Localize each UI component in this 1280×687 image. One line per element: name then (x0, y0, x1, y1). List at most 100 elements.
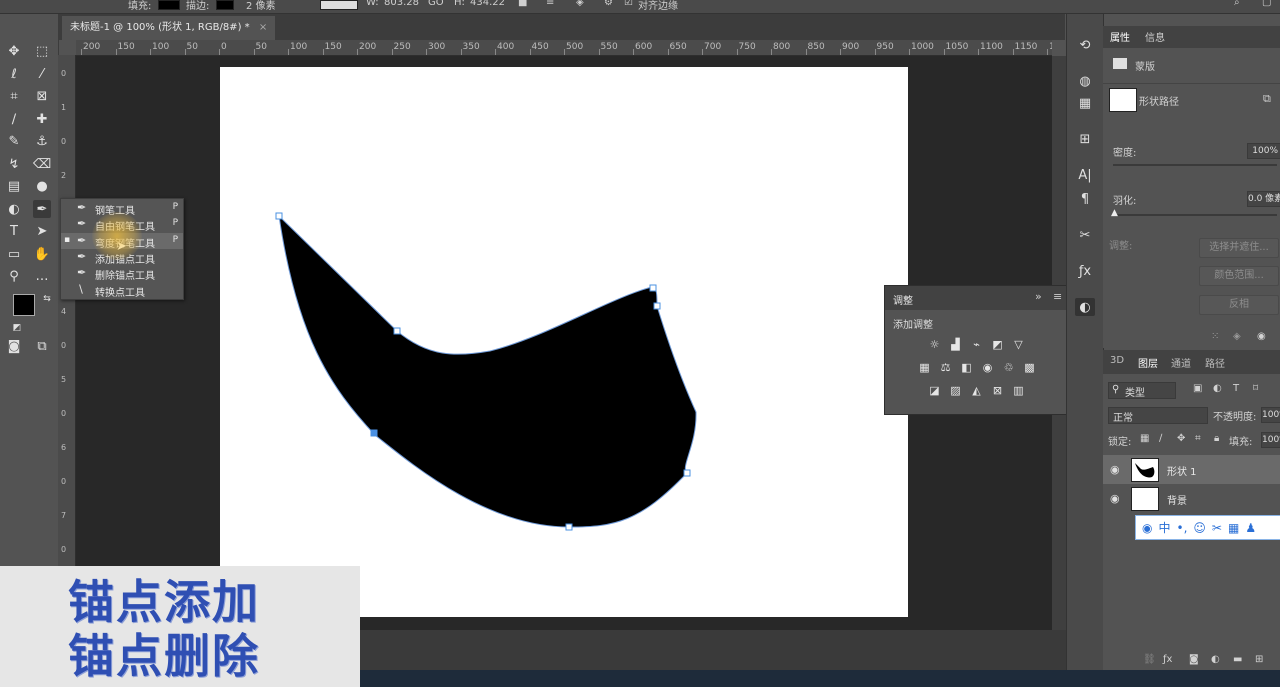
workspace-icon[interactable]: ▢ (1262, 0, 1271, 8)
default-colors-icon[interactable]: ◩ (8, 319, 26, 337)
more-tools-icon[interactable]: … (33, 267, 51, 285)
path-operations-icon[interactable]: ■ (518, 0, 527, 8)
select-and-mask-button[interactable]: 选择并遮住... (1199, 238, 1279, 258)
color-range-button[interactable]: 颜色范围... (1199, 266, 1279, 286)
paragraph-icon[interactable]: ¶ (1075, 190, 1095, 208)
anchor-point[interactable] (649, 284, 657, 292)
layer-style-icon[interactable]: ƒx (1163, 654, 1172, 665)
history-brush-tool-icon[interactable]: ↯ (5, 155, 23, 173)
character-icon[interactable]: A| (1075, 166, 1095, 184)
h-input[interactable]: 434.22 (470, 0, 505, 8)
lock-artboard-icon[interactable]: ⌗ (1195, 433, 1201, 444)
libraries-icon[interactable]: ⊞ (1075, 130, 1095, 148)
swatches-icon[interactable]: ▦ (1075, 94, 1095, 112)
selective-color-icon[interactable]: ⊠ (990, 384, 1005, 397)
anchor-point[interactable] (393, 327, 401, 335)
tab-paths[interactable]: 路径 (1205, 355, 1225, 370)
layer-filter-select[interactable]: ⚲ 类型 (1108, 382, 1176, 399)
new-group-icon[interactable]: ▬ (1233, 654, 1242, 665)
vibrance-icon[interactable]: ▽ (1011, 338, 1026, 351)
link-layers-icon[interactable]: ⛓ (1143, 654, 1156, 665)
anchor-point[interactable] (565, 523, 573, 531)
eyedropper-tool-icon[interactable]: ∕ (5, 110, 23, 128)
frame-tool-icon[interactable]: ⊠ (33, 87, 51, 105)
channel-mixer-icon[interactable]: ♲ (1001, 361, 1016, 374)
anchor-point-selected[interactable] (370, 429, 378, 437)
black-white-icon[interactable]: ◧ (959, 361, 974, 374)
path-arrangement-icon[interactable]: ◈ (576, 0, 584, 8)
levels-icon[interactable]: ▟ (948, 338, 963, 351)
move-tool-icon[interactable]: ✥ (5, 42, 23, 60)
close-icon[interactable]: × (259, 22, 267, 33)
panel-menu-icon[interactable]: ≡ (1053, 290, 1062, 303)
ime-skin-icon[interactable]: ♟ (1245, 521, 1256, 535)
filter-adjust-icon[interactable]: ◐ (1213, 383, 1222, 394)
feather-slider[interactable] (1113, 214, 1277, 216)
flyout-menu-item[interactable]: ✒ 删除锚点工具 (61, 265, 183, 282)
brush-tool-icon[interactable]: ✎ (5, 132, 23, 150)
collapse-icon[interactable]: » (1035, 290, 1042, 303)
anchor-point[interactable] (653, 302, 661, 310)
marquee-tool-icon[interactable]: ⬚ (33, 42, 51, 60)
new-layer-icon[interactable]: ⊞ (1255, 654, 1263, 665)
hue-saturation-icon[interactable]: ▦ (917, 361, 932, 374)
filter-shape-icon[interactable]: ⌑ (1253, 383, 1258, 394)
mask-options-icon[interactable]: ⧉ (1263, 92, 1271, 106)
clone-stamp-tool-icon[interactable]: ⚓ (33, 132, 51, 150)
apply-mask-icon[interactable]: ◈ (1233, 331, 1241, 342)
ime-user-icon[interactable]: ◉ (1142, 521, 1152, 535)
blend-mode-select[interactable]: 正常 (1108, 407, 1208, 424)
flyout-menu-item[interactable]: ∖ 转换点工具 (61, 282, 183, 299)
curves-icon[interactable]: ⌁ (969, 338, 984, 351)
gradient-map-icon[interactable]: ▥ (1011, 384, 1026, 397)
hand-tool-icon[interactable]: ✋ (33, 245, 51, 263)
ime-punct-icon[interactable]: •, (1177, 521, 1188, 535)
lasso-tool-icon[interactable]: ℓ (5, 65, 23, 83)
w-input[interactable]: 803.28 (384, 0, 419, 8)
quick-mask-icon[interactable]: ◙ (5, 337, 23, 355)
search-icon[interactable]: ⌕ (1234, 0, 1240, 8)
foreground-color-swatch[interactable] (13, 294, 35, 316)
stroke-swatch[interactable] (216, 0, 234, 10)
quick-select-tool-icon[interactable]: ⁄ (33, 65, 51, 83)
anchor-point[interactable] (275, 212, 283, 220)
fill-input[interactable]: 100% (1261, 432, 1280, 448)
gradient-tool-icon[interactable]: ▤ (5, 177, 23, 195)
exposure-icon[interactable]: ◩ (990, 338, 1005, 351)
visibility-icon[interactable]: ◉ (1110, 492, 1120, 505)
pen-tool-icon[interactable]: ✒ (33, 200, 51, 218)
gear-icon[interactable]: ⚙ (604, 0, 613, 8)
document-canvas[interactable] (220, 67, 908, 617)
feather-input[interactable]: 0.0 像素 (1247, 191, 1280, 207)
tab-info[interactable]: 信息 (1145, 29, 1165, 44)
photo-filter-icon[interactable]: ◉ (980, 361, 995, 374)
blur-tool-icon[interactable]: ● (33, 177, 51, 195)
path-selection-tool-icon[interactable]: ➤ (33, 222, 51, 240)
styles-icon[interactable]: ƒx (1075, 262, 1095, 280)
visibility-icon[interactable]: ◉ (1257, 331, 1266, 342)
color-lookup-icon[interactable]: ▩ (1022, 361, 1037, 374)
document-tab[interactable]: 未标题-1 @ 100% (形状 1, RGB/8#) * × (62, 16, 276, 40)
add-mask-icon[interactable]: ◙ (1189, 654, 1199, 665)
ime-keyboard-icon[interactable]: ▦ (1228, 521, 1239, 535)
threshold-icon[interactable]: ◭ (969, 384, 984, 397)
rectangle-tool-icon[interactable]: ▭ (5, 245, 23, 263)
filter-pixel-icon[interactable]: ▣ (1193, 383, 1202, 394)
layer-row[interactable]: ◉ 背景 (1103, 484, 1280, 513)
lock-all-icon[interactable]: 🔒︎ (1214, 433, 1219, 444)
new-adjustment-icon[interactable]: ◐ (1211, 654, 1220, 665)
invert-button[interactable]: 反相 (1199, 295, 1279, 315)
path-alignment-icon[interactable]: ≡ (546, 0, 554, 8)
tab-3d[interactable]: 3D (1110, 355, 1124, 366)
history-icon[interactable]: ⟲ (1075, 36, 1095, 54)
crop-tool-icon[interactable]: ⌗ (5, 87, 23, 105)
opacity-input[interactable]: 100% (1261, 407, 1280, 423)
swap-colors-icon[interactable]: ⇆ (38, 290, 56, 308)
healing-brush-tool-icon[interactable]: ✚ (33, 110, 51, 128)
density-slider[interactable] (1113, 164, 1277, 166)
screen-mode-icon[interactable]: ⧉ (33, 337, 51, 355)
tab-channels[interactable]: 通道 (1171, 355, 1191, 370)
anchor-point[interactable] (683, 469, 691, 477)
layer-row[interactable]: ◉ 形状 1 (1103, 455, 1280, 484)
adjustments-title[interactable]: 调整 (893, 292, 913, 307)
